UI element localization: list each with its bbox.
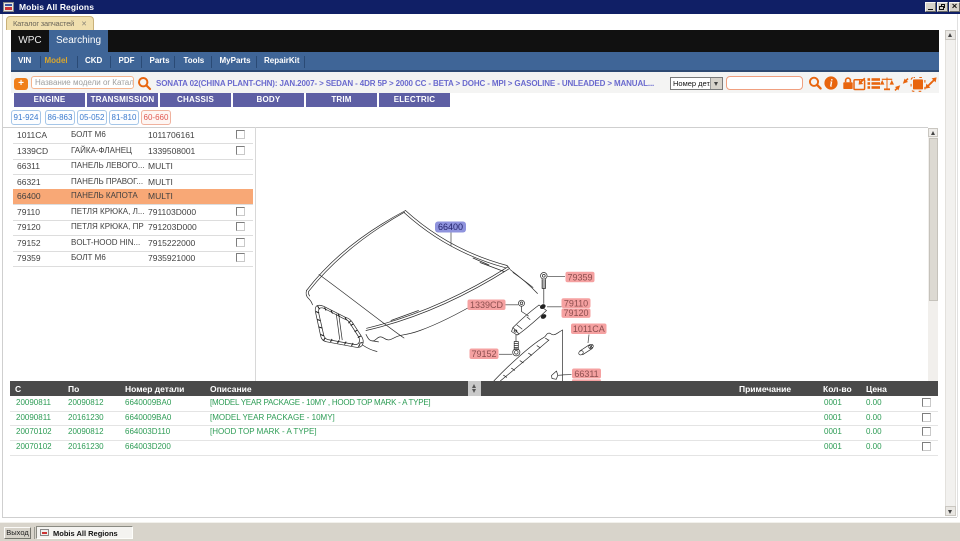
svg-text:1011CA: 1011CA <box>573 324 605 334</box>
svg-text:66311: 66311 <box>574 369 598 379</box>
svg-text:79359: 79359 <box>567 273 592 283</box>
svg-text:79120: 79120 <box>563 308 588 318</box>
svg-text:i: i <box>830 79 833 90</box>
svg-text:1339CD: 1339CD <box>470 300 504 310</box>
svg-text:66400: 66400 <box>438 222 463 232</box>
svg-text:79110: 79110 <box>564 299 588 309</box>
svg-text:79152: 79152 <box>471 349 496 359</box>
